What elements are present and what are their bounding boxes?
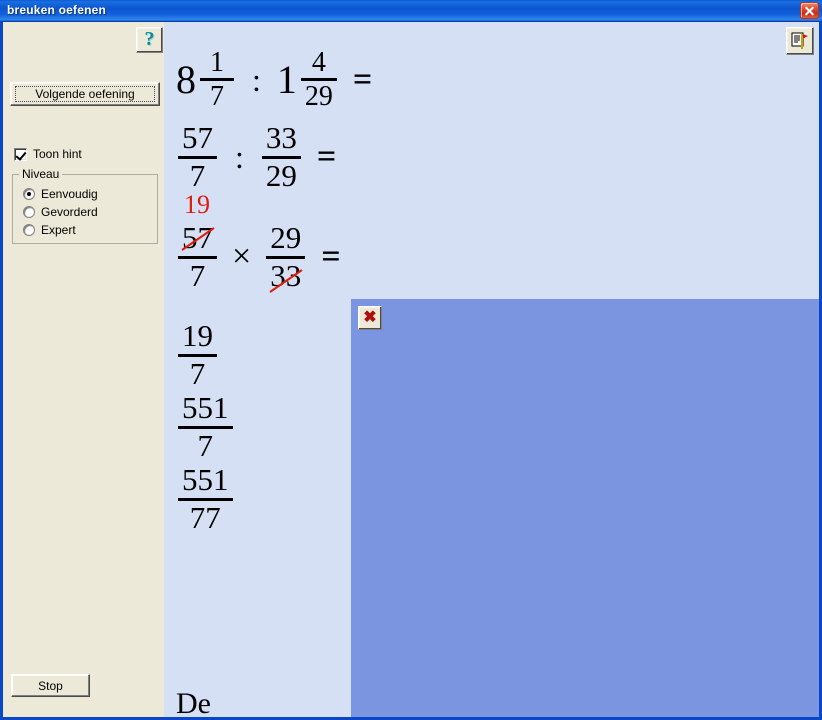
level-option-eenvoudig[interactable]: Eenvoudig bbox=[23, 187, 98, 201]
titlebar: breuken oefenen bbox=[0, 0, 822, 22]
document-flag-icon bbox=[791, 32, 808, 49]
fraction-denominator: 7 bbox=[189, 157, 206, 193]
fraction: 551 7 bbox=[178, 390, 233, 463]
exercise-line-4: 19 7 bbox=[176, 318, 219, 391]
fraction-denominator: 29 bbox=[265, 157, 297, 193]
fraction-denominator: 29 bbox=[304, 81, 333, 113]
mixed-whole: 1 bbox=[276, 56, 297, 102]
overlay-close-button[interactable]: ✖ bbox=[358, 306, 382, 330]
fraction-numerator: 57 bbox=[182, 220, 213, 255]
fraction: 4 29 bbox=[300, 47, 337, 113]
exercise-line-6: 551 77 bbox=[176, 462, 235, 535]
exercise-caption: De bbox=[176, 687, 211, 717]
operator-divide: : bbox=[252, 61, 261, 98]
next-exercise-button[interactable]: Volgende oefening bbox=[10, 82, 160, 106]
fraction: 1 7 bbox=[200, 48, 234, 112]
app-window: breuken oefenen ? Volgende oefening Toon… bbox=[0, 0, 822, 720]
exercise-line-5: 551 7 bbox=[176, 390, 235, 463]
show-hint-checkbox[interactable] bbox=[14, 147, 27, 161]
level-option-gevorderd[interactable]: Gevorderd bbox=[23, 205, 98, 219]
fraction-denominator: 7 bbox=[210, 81, 224, 113]
sidebar: ? Volgende oefening Toon hint Niveau Een… bbox=[3, 22, 164, 717]
mixed-whole: 8 bbox=[176, 56, 196, 102]
fraction: 551 77 bbox=[178, 462, 233, 535]
fraction-numerator: 4 bbox=[311, 47, 326, 78]
show-hint-checkbox-row[interactable]: Toon hint bbox=[14, 147, 82, 161]
level-groupbox-title: Niveau bbox=[19, 167, 63, 181]
window-title: breuken oefenen bbox=[7, 3, 107, 17]
fraction: 33 29 bbox=[261, 120, 301, 193]
level-groupbox: Niveau Eenvoudig Gevorderd Expert bbox=[12, 167, 158, 244]
client-area: ? Volgende oefening Toon hint Niveau Een… bbox=[3, 22, 819, 717]
help-button[interactable]: ? bbox=[136, 27, 163, 53]
equals-sign: = bbox=[316, 138, 337, 176]
fraction-numerator: 33 bbox=[265, 120, 297, 155]
fraction-numerator: 551 bbox=[182, 390, 229, 425]
show-hint-label: Toon hint bbox=[33, 147, 82, 161]
fraction-numerator: 551 bbox=[182, 462, 229, 497]
exercise-line-7: De bbox=[176, 687, 211, 717]
radio-gevorderd[interactable] bbox=[23, 206, 35, 218]
radio-eenvoudig[interactable] bbox=[23, 188, 35, 200]
fraction-cancelled-numerator: 19 57 7 bbox=[178, 192, 217, 293]
equals-sign: = bbox=[321, 238, 341, 276]
radio-expert[interactable] bbox=[23, 224, 35, 236]
fraction-cancelled-denominator: 29 33 bbox=[266, 220, 306, 293]
fraction: 57 7 bbox=[178, 120, 217, 193]
fraction-denominator: 77 bbox=[189, 499, 221, 535]
exercise-panel: 8 1 7 : 1 4 29 = 57 7: 33 29 = 19 57 7 … bbox=[164, 22, 819, 717]
question-mark-icon: ? bbox=[144, 28, 155, 50]
next-exercise-label: Volgende oefening bbox=[15, 86, 155, 102]
fraction-numerator: 1 bbox=[210, 47, 224, 78]
fraction-denominator: 7 bbox=[197, 427, 214, 463]
fraction-numerator: 19 bbox=[182, 318, 213, 353]
level-option-label: Gevorderd bbox=[41, 205, 98, 219]
operator-divide: : bbox=[235, 139, 244, 176]
fraction-denominator: 7 bbox=[189, 355, 206, 391]
window-close-button[interactable] bbox=[800, 2, 819, 19]
level-option-label: Eenvoudig bbox=[41, 187, 98, 201]
fraction-numerator: 57 bbox=[182, 120, 213, 155]
fraction-denominator: 33 bbox=[270, 257, 302, 293]
equals-sign: = bbox=[352, 60, 373, 98]
exercise-line-2: 57 7 : 33 29 = bbox=[176, 120, 337, 193]
operator-multiply: × bbox=[232, 238, 252, 276]
fraction-numerator: 29 bbox=[270, 220, 302, 255]
fraction: 19 7 bbox=[178, 318, 217, 391]
cancel-replacement-value: 19 bbox=[184, 190, 210, 219]
worksheet-icon-button[interactable] bbox=[786, 27, 814, 55]
exercise-line-3: 19 57 7 × 29 33 = bbox=[176, 192, 341, 293]
close-x-icon: ✖ bbox=[363, 309, 377, 326]
fraction-denominator: 7 bbox=[189, 257, 206, 293]
hint-overlay-panel: ✖ bbox=[351, 299, 819, 717]
stop-button[interactable]: Stop bbox=[11, 674, 90, 697]
exercise-line-1: 8 1 7 : 1 4 29 = bbox=[176, 48, 372, 112]
level-option-expert[interactable]: Expert bbox=[23, 223, 76, 237]
stop-button-label: Stop bbox=[38, 678, 63, 693]
level-option-label: Expert bbox=[41, 223, 76, 237]
